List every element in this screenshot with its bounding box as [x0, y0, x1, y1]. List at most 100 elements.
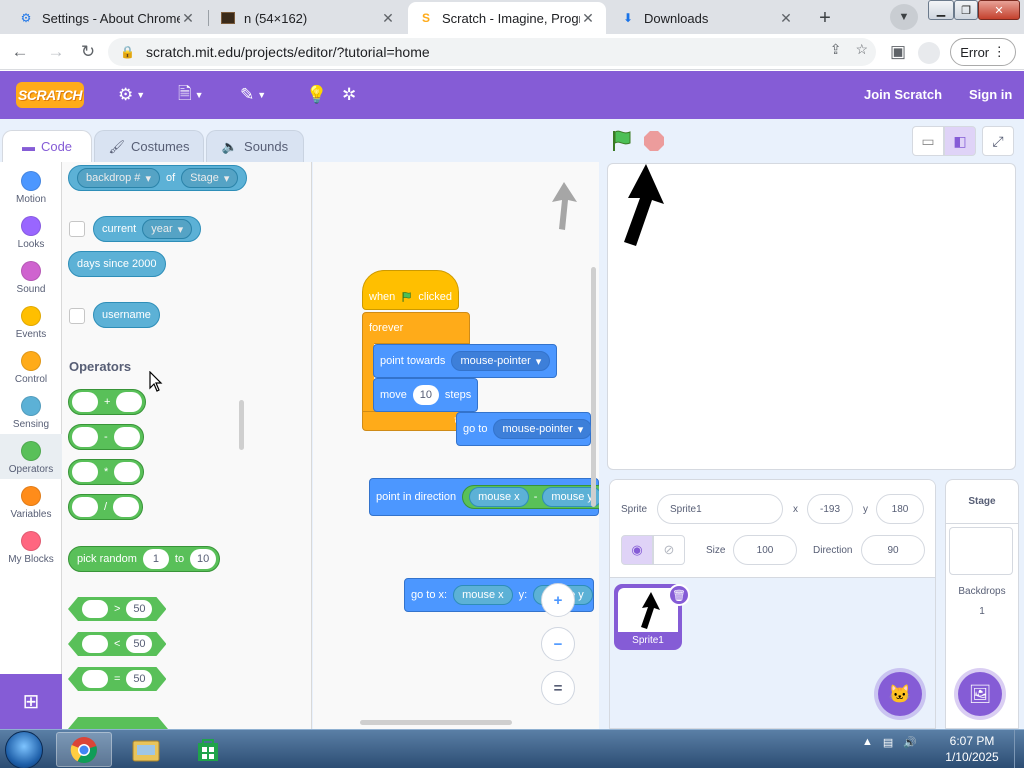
- show-sprite-button[interactable]: ◉: [621, 535, 653, 565]
- tab-code[interactable]: ▬ Code: [2, 130, 92, 162]
- less-than-block[interactable]: < 50: [68, 632, 166, 656]
- add-operator-block[interactable]: +: [68, 389, 147, 415]
- sprite-thumbnail[interactable]: Sprite1 🗑: [614, 584, 690, 650]
- operand-slot[interactable]: [116, 392, 143, 412]
- go-to-block[interactable]: go to mouse-pointer ▾: [456, 412, 593, 446]
- profile-avatar[interactable]: [918, 42, 940, 64]
- username-block[interactable]: username: [93, 302, 160, 328]
- palette-scrollbar[interactable]: [239, 400, 244, 450]
- multiply-operator-block[interactable]: *: [68, 459, 145, 485]
- current-monitor-checkbox[interactable]: [69, 221, 85, 237]
- current-year-block[interactable]: current year ▾: [93, 216, 202, 242]
- settings-gear-menu-icon[interactable]: ⚙ ▼: [118, 83, 145, 107]
- back-arrow-icon[interactable]: ←: [8, 40, 32, 64]
- backdrop-property-dropdown[interactable]: backdrop # ▾: [77, 168, 160, 188]
- operand-slot[interactable]: [72, 497, 98, 517]
- days-since-2000-block[interactable]: days since 2000: [68, 251, 166, 277]
- browser-tab-downloads[interactable]: ⬇ Downloads ✕: [610, 2, 804, 34]
- steps-input[interactable]: 10: [412, 385, 439, 405]
- move-steps-block[interactable]: move 10 steps: [373, 378, 479, 412]
- green-flag-run-button[interactable]: [610, 129, 634, 153]
- pick-random-block[interactable]: pick random 1 to 10: [68, 546, 221, 572]
- point-in-direction-block[interactable]: point in direction mouse x - mouse y: [369, 478, 599, 516]
- tutorials-lightbulb-icon[interactable]: 💡: [306, 83, 327, 107]
- show-desktop-button[interactable]: [1014, 730, 1024, 768]
- operand-slot[interactable]: [72, 427, 98, 447]
- close-window-button[interactable]: ✕: [978, 0, 1020, 20]
- y-position-input[interactable]: 180: [876, 494, 924, 524]
- category-events[interactable]: Events: [0, 299, 62, 344]
- share-icon[interactable]: ⇪: [830, 41, 842, 58]
- greater-than-block[interactable]: > 50: [68, 597, 166, 621]
- close-tab-icon[interactable]: ✕: [180, 10, 196, 27]
- scratch-logo[interactable]: SCRATCH: [16, 82, 84, 108]
- subtract-operator-block[interactable]: -: [68, 424, 144, 450]
- go-to-target-dropdown[interactable]: mouse-pointer ▾: [493, 419, 593, 439]
- operand-slot[interactable]: 50: [126, 600, 152, 618]
- browser-tab-settings[interactable]: ⚙ Settings - About Chrome ✕: [8, 2, 206, 34]
- sign-in-link[interactable]: Sign in: [969, 87, 1012, 102]
- tab-costumes[interactable]: 🖌 Costumes: [94, 130, 204, 162]
- bookmark-star-icon[interactable]: ☆: [855, 41, 868, 58]
- reload-icon[interactable]: ↻: [76, 40, 100, 64]
- zoom-in-button[interactable]: +: [541, 583, 575, 617]
- random-to-slot[interactable]: 10: [190, 549, 217, 569]
- direction-input[interactable]: 90: [861, 535, 925, 565]
- stage-target-dropdown[interactable]: Stage ▾: [181, 168, 239, 188]
- code-area[interactable]: when clicked forever ↻ point towards mou…: [313, 162, 599, 729]
- operand-slot[interactable]: 50: [126, 670, 152, 688]
- zoom-out-button[interactable]: −: [541, 627, 575, 661]
- close-tab-icon[interactable]: ✕: [778, 10, 794, 27]
- category-sound[interactable]: Sound: [0, 254, 62, 299]
- current-unit-dropdown[interactable]: year ▾: [142, 219, 193, 239]
- browser-tab-image[interactable]: n (54×162) ✕: [210, 2, 406, 34]
- divide-operator-block[interactable]: /: [68, 494, 144, 520]
- x-position-input[interactable]: -193: [807, 494, 853, 524]
- volume-icon[interactable]: 🔊: [903, 736, 917, 749]
- operand-slot[interactable]: [82, 635, 108, 653]
- mouse-x-reporter[interactable]: mouse x: [453, 585, 513, 605]
- operand-slot[interactable]: [72, 392, 98, 412]
- category-variables[interactable]: Variables: [0, 479, 62, 524]
- start-button[interactable]: [5, 731, 43, 768]
- debug-bug-icon[interactable]: ✲: [342, 83, 356, 107]
- tab-sounds[interactable]: 🔈 Sounds: [206, 130, 304, 162]
- minimize-window-button[interactable]: ▁: [928, 0, 954, 20]
- point-towards-target-dropdown[interactable]: mouse-pointer ▾: [451, 351, 551, 371]
- taskbar-chrome[interactable]: [56, 732, 112, 767]
- code-area-horizontal-scrollbar[interactable]: [360, 720, 512, 725]
- point-towards-block[interactable]: point towards mouse-pointer ▾: [373, 344, 558, 378]
- edit-pencil-menu-icon[interactable]: ✎ ▼: [240, 83, 266, 107]
- backdrop-of-stage-block[interactable]: backdrop # ▾ of Stage ▾: [68, 165, 248, 191]
- close-tab-icon[interactable]: ✕: [380, 10, 396, 27]
- close-tab-icon[interactable]: ✕: [580, 10, 596, 27]
- operand-slot[interactable]: [113, 427, 140, 447]
- and-block-partial[interactable]: [68, 717, 168, 729]
- forward-arrow-icon[interactable]: →: [44, 40, 68, 64]
- equals-block[interactable]: = 50: [68, 667, 166, 691]
- hide-sprite-button[interactable]: ⊘: [653, 535, 685, 565]
- join-scratch-link[interactable]: Join Scratch: [864, 87, 942, 102]
- show-hidden-icons-icon[interactable]: ▲: [862, 736, 873, 749]
- category-sensing[interactable]: Sensing: [0, 389, 62, 434]
- error-status-button[interactable]: Error ⋮: [950, 38, 1016, 66]
- file-menu-icon[interactable]: 🗎 ▼: [178, 83, 204, 107]
- fullscreen-button[interactable]: ⤢: [982, 126, 1014, 156]
- stop-sign-button[interactable]: [644, 131, 664, 151]
- operand-slot[interactable]: [72, 462, 98, 482]
- normal-stage-button[interactable]: ◧: [944, 126, 976, 156]
- category-looks[interactable]: Looks: [0, 209, 62, 254]
- random-from-slot[interactable]: 1: [142, 549, 169, 569]
- subtract-reporter[interactable]: mouse x - mouse y: [462, 485, 599, 509]
- network-icon[interactable]: ▤: [883, 736, 893, 749]
- browser-tab-scratch[interactable]: S Scratch - Imagine, Progra ✕: [408, 2, 606, 34]
- new-tab-button[interactable]: +: [812, 5, 838, 31]
- username-monitor-checkbox[interactable]: [69, 308, 85, 324]
- taskbar-store[interactable]: [180, 732, 236, 767]
- size-input[interactable]: 100: [733, 535, 797, 565]
- category-control[interactable]: Control: [0, 344, 62, 389]
- mouse-x-reporter[interactable]: mouse x: [469, 487, 529, 507]
- stage-target-panel[interactable]: Stage Backdrops 1 🖼: [945, 479, 1019, 729]
- address-bar[interactable]: 🔒 scratch.mit.edu/projects/editor/?tutor…: [108, 38, 876, 66]
- operand-slot[interactable]: [114, 462, 141, 482]
